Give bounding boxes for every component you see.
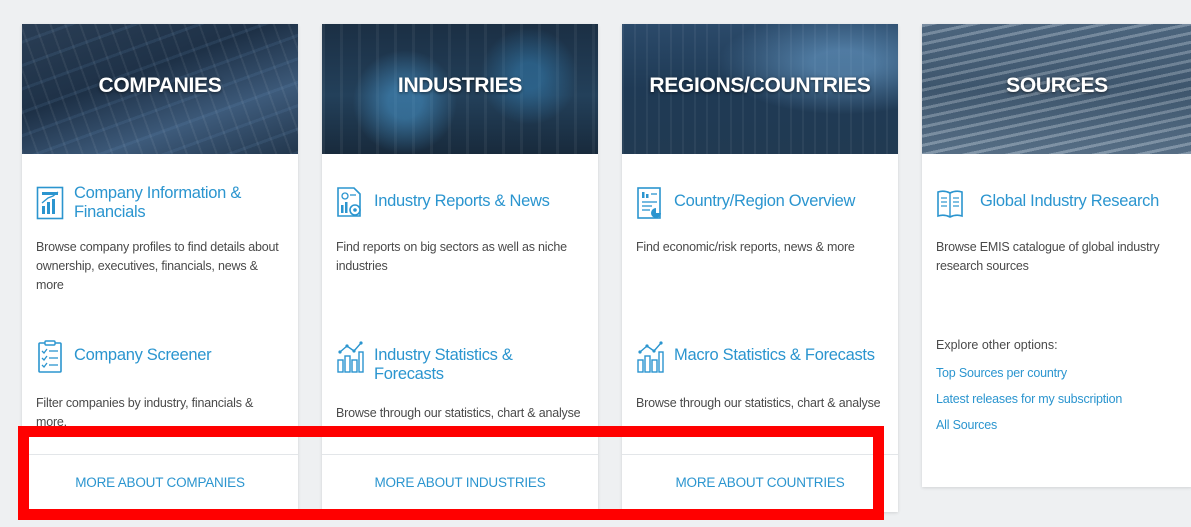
regions-title: REGIONS/COUNTRIES <box>649 74 871 97</box>
companies-title: COMPANIES <box>98 74 222 97</box>
regions-footer: MORE ABOUT COUNTRIES <box>622 454 898 510</box>
industries-card: INDUSTRIES Industry Reports & News Find … <box>322 24 598 512</box>
companies-hero[interactable]: COMPANIES <box>22 24 298 154</box>
top-sources-link[interactable]: Top Sources per country <box>936 360 1180 386</box>
explore-options: Explore other options: Top Sources per c… <box>936 338 1180 438</box>
more-about-countries-link[interactable]: MORE ABOUT COUNTRIES <box>675 475 844 490</box>
macro-bar-trend-icon <box>637 341 664 373</box>
companies-footer: MORE ABOUT COMPANIES <box>22 454 298 510</box>
more-about-industries-link[interactable]: MORE ABOUT INDUSTRIES <box>374 475 545 490</box>
company-info-link[interactable]: Company Information & Financials <box>74 184 286 222</box>
checklist-icon <box>38 340 62 373</box>
country-overview-link[interactable]: Country/Region Overview <box>674 192 855 211</box>
sources-hero[interactable]: SOURCES <box>922 24 1191 154</box>
explore-options-label: Explore other options: <box>936 338 1058 352</box>
company-screener-link[interactable]: Company Screener <box>74 346 212 365</box>
company-info-desc: Browse company profiles to find details … <box>36 240 279 292</box>
book-icon <box>937 190 963 218</box>
industry-stats-item: Industry Statistics & Forecasts Browse t… <box>336 338 586 423</box>
country-overview-desc: Find economic/risk reports, news & more <box>636 240 855 254</box>
sources-title: SOURCES <box>1006 74 1108 97</box>
sources-card: SOURCES Global Industry Research Browse … <box>922 24 1191 487</box>
industries-hero[interactable]: INDUSTRIES <box>322 24 598 154</box>
country-report-icon <box>637 187 661 219</box>
industry-reports-link[interactable]: Industry Reports & News <box>374 192 550 211</box>
industry-reports-item: Industry Reports & News Find reports on … <box>336 184 586 276</box>
all-sources-link[interactable]: All Sources <box>936 412 1180 438</box>
macro-stats-desc: Browse through our statistics, chart & a… <box>636 396 881 410</box>
industries-footer: MORE ABOUT INDUSTRIES <box>322 454 598 510</box>
company-screener-desc: Filter companies by industry, financials… <box>36 396 254 429</box>
bar-trend-icon <box>337 341 364 373</box>
global-research-item: Global Industry Research Browse EMIS cat… <box>936 184 1180 276</box>
companies-card: COMPANIES Company Information & Financia… <box>22 24 298 512</box>
company-screener-item: Company Screener Filter companies by ind… <box>36 338 286 432</box>
global-research-link[interactable]: Global Industry Research <box>980 192 1159 211</box>
more-about-companies-link[interactable]: MORE ABOUT COMPANIES <box>75 475 245 490</box>
industry-reports-desc: Find reports on big sectors as well as n… <box>336 240 567 273</box>
industry-stats-desc: Browse through our statistics, chart & a… <box>336 406 581 420</box>
regions-hero[interactable]: REGIONS/COUNTRIES <box>622 24 898 154</box>
industry-stats-link[interactable]: Industry Statistics & Forecasts <box>374 346 586 384</box>
financial-report-icon <box>36 186 64 220</box>
industries-title: INDUSTRIES <box>397 74 523 97</box>
report-gear-icon <box>337 187 361 217</box>
company-info-item: Company Information & Financials Browse … <box>36 184 286 295</box>
country-overview-item: Country/Region Overview Find economic/ri… <box>636 184 886 257</box>
macro-stats-link[interactable]: Macro Statistics & Forecasts <box>674 346 875 365</box>
regions-card: REGIONS/COUNTRIES Country/Region Overvie… <box>622 24 898 512</box>
macro-stats-item: Macro Statistics & Forecasts Browse thro… <box>636 338 886 413</box>
category-grid: COMPANIES Company Information & Financia… <box>22 24 1191 512</box>
global-research-desc: Browse EMIS catalogue of global industry… <box>936 240 1160 273</box>
latest-releases-link[interactable]: Latest releases for my subscription <box>936 386 1180 412</box>
